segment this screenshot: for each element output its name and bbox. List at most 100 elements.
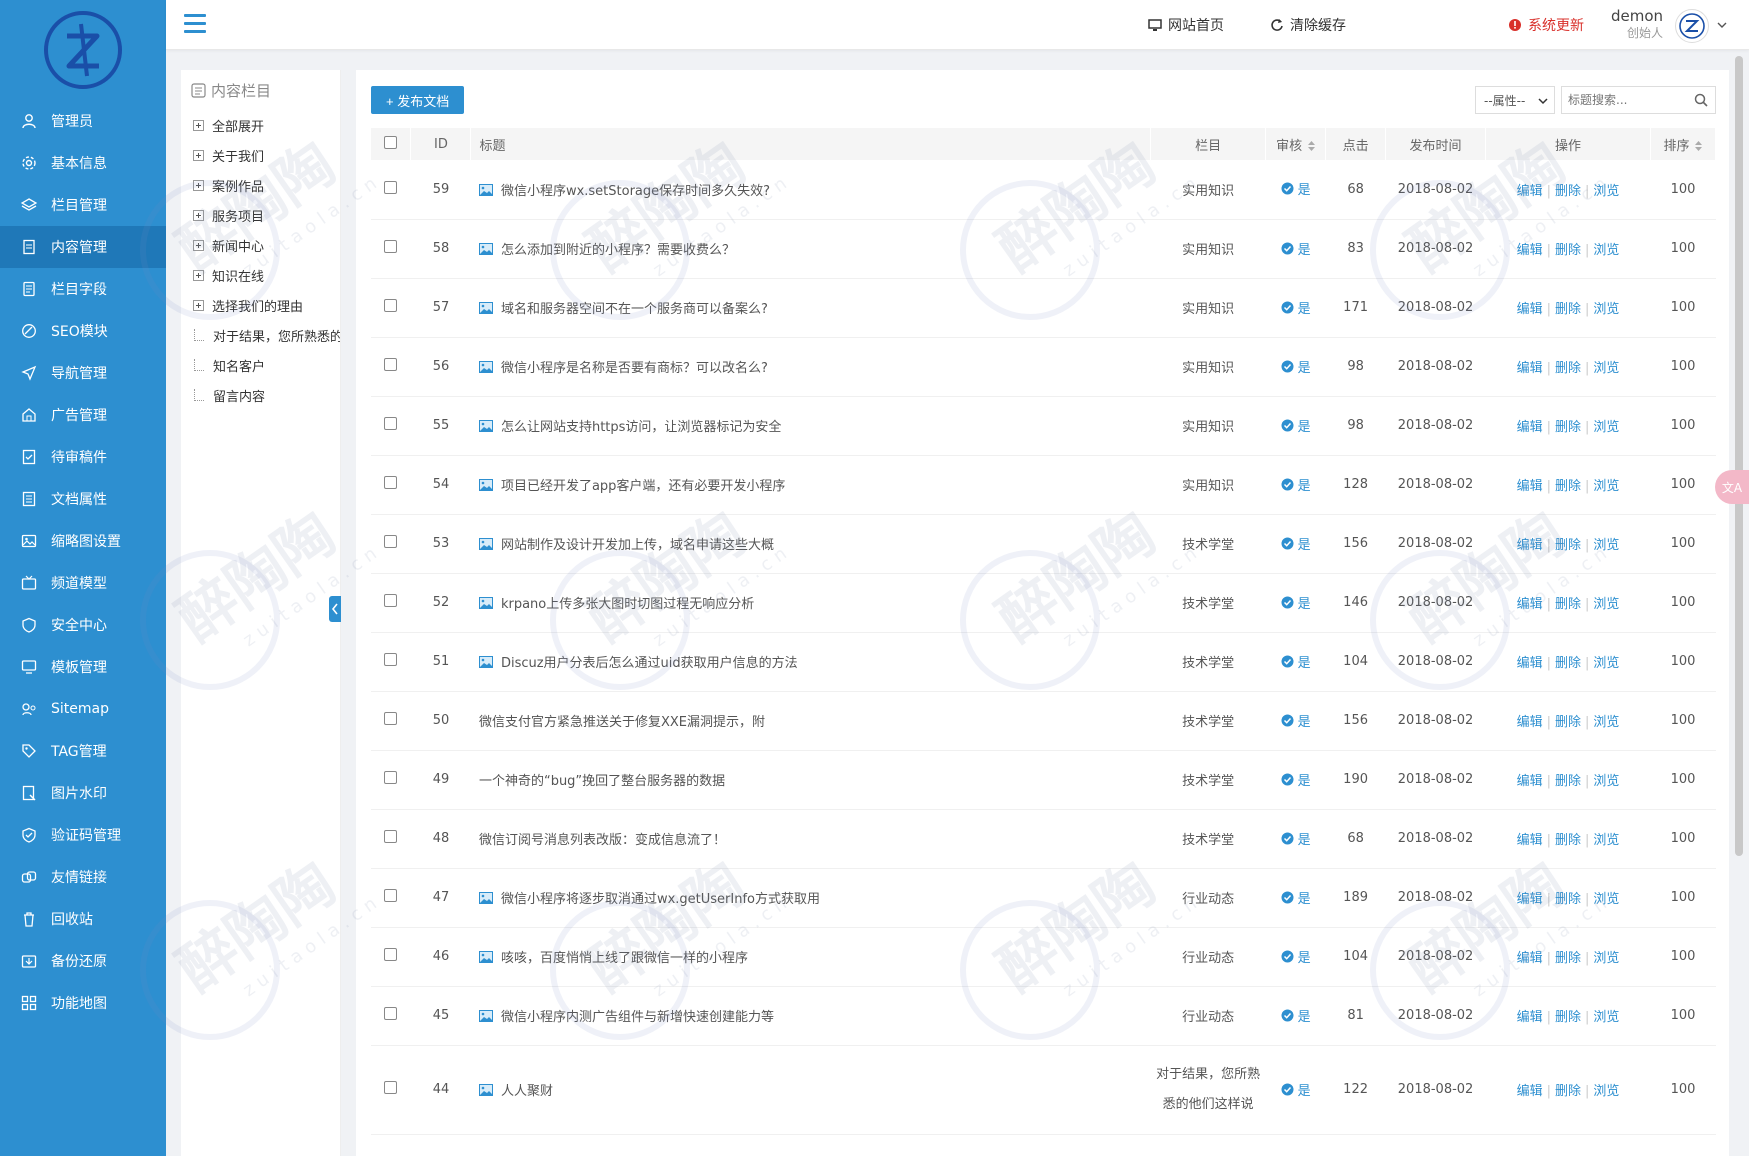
title-link[interactable]: 怎么让网站支持https访问，让浏览器标记为安全 [501,420,781,435]
audit-status[interactable]: 是 [1281,829,1311,848]
title-link[interactable]: 微信小程序是名称是否要有商标？可以改名么? [501,361,768,376]
sort-header[interactable]: 排序 [1650,128,1717,160]
title-cell[interactable]: 一个神奇的“bug”挽回了整台服务器的数据 [470,750,1151,810]
title-link[interactable]: 项目已经开发了app客户端，还有必要开发小程序 [501,479,785,494]
sidebar-item[interactable]: Sitemap [0,688,166,730]
audit-cell[interactable]: 是 [1265,1045,1326,1135]
sort-cell[interactable]: 100 [1650,1045,1716,1135]
sidebar-item[interactable]: 图片水印 [0,772,166,814]
row-checkbox[interactable] [384,1081,398,1094]
edit-link[interactable]: 编辑 [1517,597,1543,612]
audit-cell[interactable]: 是 [1265,396,1326,456]
title-cell[interactable]: 微信订阅号消息列表改版：变成信息流了！ [470,809,1151,869]
sort-cell[interactable]: 100 [1650,986,1716,1046]
audit-status[interactable]: 是 [1281,475,1311,494]
title-cell[interactable]: 怎么添加到附近的小程序？需要收费么？ [470,219,1151,279]
title-link[interactable]: 微信小程序wx.setStorage保存时间多久失效? [501,184,770,199]
audit-status[interactable]: 是 [1281,534,1311,553]
sidebar-item[interactable]: 模板管理 [0,646,166,688]
audit-cell[interactable]: 是 [1265,160,1326,220]
sidebar-item[interactable]: 缩略图设置 [0,520,166,562]
delete-link[interactable]: 删除 [1555,361,1581,376]
sort-cell[interactable]: 100 [1650,455,1716,515]
edit-link[interactable]: 编辑 [1517,184,1543,199]
title-link[interactable]: 一个神奇的“bug”挽回了整台服务器的数据 [479,774,725,789]
tree-item[interactable]: 新闻中心 [181,230,340,260]
sidebar-item[interactable]: 回收站 [0,898,166,940]
sort-cell[interactable]: 100 [1650,337,1716,397]
audit-cell[interactable]: 是 [1265,632,1326,692]
delete-link[interactable]: 删除 [1555,715,1581,730]
delete-link[interactable]: 删除 [1555,656,1581,671]
row-checkbox[interactable] [384,240,398,253]
title-cell[interactable]: 微信小程序wx.setStorage保存时间多久失效? [470,160,1151,220]
translate-icon[interactable]: 文A [1715,470,1749,504]
view-link[interactable]: 浏览 [1593,184,1619,199]
tree-item[interactable]: 对于结果，您所熟悉的 [181,320,340,350]
view-link[interactable]: 浏览 [1593,538,1619,553]
edit-link[interactable]: 编辑 [1517,243,1543,258]
chevron-down-icon[interactable] [1717,20,1727,30]
collapse-panel-button[interactable] [329,596,341,622]
sidebar-item[interactable]: 管理员 [0,100,166,142]
row-checkbox[interactable] [384,948,398,961]
expand-icon[interactable] [193,179,204,191]
system-update-link[interactable]: 系统更新 [1508,15,1584,35]
row-checkbox[interactable] [384,180,398,194]
audit-status[interactable]: 是 [1281,416,1311,435]
row-checkbox[interactable] [384,299,398,312]
tree-item[interactable]: 全部展开 [181,110,340,140]
sidebar-item[interactable]: 广告管理 [0,394,166,436]
row-checkbox[interactable] [384,594,398,607]
view-link[interactable]: 浏览 [1593,656,1619,671]
user-info[interactable]: demon 创始人 [1611,8,1663,42]
delete-link[interactable]: 删除 [1555,1010,1581,1025]
edit-link[interactable]: 编辑 [1517,479,1543,494]
row-checkbox[interactable] [384,417,398,430]
menu-toggle-icon[interactable] [184,14,206,34]
attribute-select[interactable]: --属性-- [1475,86,1555,114]
tree-item[interactable]: 知识在线 [181,260,340,290]
expand-icon[interactable] [193,269,204,281]
title-cell[interactable]: 域名和服务器空间不在一个服务商可以备案么? [470,278,1151,338]
edit-link[interactable]: 编辑 [1517,656,1543,671]
tree-item[interactable]: 留言内容 [181,380,340,410]
audit-cell[interactable]: 是 [1265,455,1326,515]
audit-cell[interactable]: 是 [1265,986,1326,1046]
sidebar-item[interactable]: 备份还原 [0,940,166,982]
delete-link[interactable]: 删除 [1555,243,1581,258]
delete-link[interactable]: 删除 [1555,184,1581,199]
sidebar-item[interactable]: 安全中心 [0,604,166,646]
audit-cell[interactable]: 是 [1265,809,1326,869]
expand-icon[interactable] [193,239,204,251]
expand-icon[interactable] [193,209,204,221]
sidebar-item[interactable]: 文档属性 [0,478,166,520]
audit-status[interactable]: 是 [1281,652,1311,671]
audit-status[interactable]: 是 [1281,770,1311,789]
view-link[interactable]: 浏览 [1593,774,1619,789]
audit-status[interactable]: 是 [1281,357,1311,376]
audit-cell[interactable]: 是 [1265,337,1326,397]
view-link[interactable]: 浏览 [1593,420,1619,435]
logo[interactable] [0,0,166,100]
sort-cell[interactable]: 100 [1650,809,1716,869]
view-link[interactable]: 浏览 [1593,1010,1619,1025]
select-all-checkbox[interactable] [384,135,398,149]
tree-item[interactable]: 服务项目 [181,200,340,230]
sort-cell[interactable]: 100 [1650,691,1716,751]
edit-link[interactable]: 编辑 [1517,715,1543,730]
row-checkbox[interactable] [384,535,398,548]
sidebar-item[interactable]: 待审稿件 [0,436,166,478]
audit-status[interactable]: 是 [1281,711,1311,730]
audit-cell[interactable]: 是 [1265,750,1326,810]
audit-status[interactable]: 是 [1281,888,1311,907]
view-link[interactable]: 浏览 [1593,892,1619,907]
title-link[interactable]: 微信小程序将逐步取消通过wx.getUserInfo方式获取用 [501,892,820,907]
audit-status[interactable]: 是 [1281,947,1311,966]
sidebar-item[interactable]: 导航管理 [0,352,166,394]
view-link[interactable]: 浏览 [1593,951,1619,966]
sort-cell[interactable]: 100 [1650,514,1716,574]
row-checkbox[interactable] [384,358,398,371]
delete-link[interactable]: 删除 [1555,302,1581,317]
publish-document-button[interactable]: + 发布文档 [371,86,465,114]
